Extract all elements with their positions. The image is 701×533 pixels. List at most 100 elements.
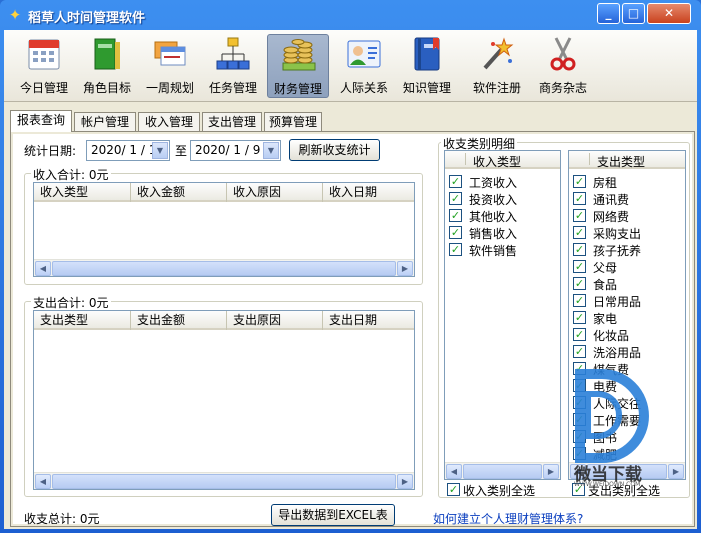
checkbox-checked[interactable]: ✓ [573,243,586,256]
income-list-scrollbar[interactable]: ◀ ▶ [445,462,560,479]
start-date-picker[interactable]: 2020/ 1 / 1 ▼ [86,140,170,161]
checkbox-checked[interactable]: ✓ [573,396,586,409]
income-table[interactable]: 收入类型 收入金额 收入原因 收入日期 ◀ ▶ [33,182,415,277]
cards-icon [154,41,186,66]
tool-finance[interactable]: 财务管理 [267,34,329,98]
to-label: 至 [175,144,188,158]
checkbox-checked[interactable]: ✓ [449,243,462,256]
scroll-thumb[interactable] [463,464,542,479]
app-window: ✦ 稻草人时间管理软件 _ □ ✕ 今日管理 角色目标 一周规划 任务管理 财务… [0,0,701,533]
checkbox-checked[interactable]: ✓ [573,328,586,341]
scissors-icon [550,37,576,71]
minimize-button[interactable]: _ [597,3,620,24]
checkbox-checked[interactable]: ✓ [573,294,586,307]
tool-role-goals[interactable]: 角色目标 [76,34,138,98]
tool-today[interactable]: 今日管理 [13,34,75,98]
checkbox-checked[interactable]: ✓ [573,311,586,324]
checkbox-checked[interactable]: ✓ [447,483,460,496]
books-icon [94,38,120,70]
column-header[interactable]: 收入类型 [34,183,131,202]
tab-income[interactable]: 收入管理 [138,112,200,132]
checkbox-checked[interactable]: ✓ [449,175,462,188]
checkbox-checked[interactable]: ✓ [449,192,462,205]
column-header[interactable]: 收入金额 [131,183,227,202]
scroll-thumb[interactable] [52,474,396,489]
scroll-left-icon[interactable]: ◀ [446,464,462,479]
checkbox-checked[interactable]: ✓ [573,430,586,443]
checkbox-checked[interactable]: ✓ [573,277,586,290]
tab-expense[interactable]: 支出管理 [202,112,262,132]
tab-budget[interactable]: 预算管理 [264,112,322,132]
calendar-icon [28,39,60,70]
checkbox-checked[interactable]: ✓ [573,226,586,239]
scroll-thumb[interactable] [52,261,396,276]
tool-week-plan[interactable]: 一周规划 [139,34,201,98]
tab-panel: 统计日期: 2020/ 1 / 1 ▼ 至 2020/ 1 / 9 ▼ 刷新收支… [10,131,695,527]
tool-task[interactable]: 任务管理 [202,34,264,98]
maximize-button[interactable]: □ [622,3,645,24]
client-area: 今日管理 角色目标 一周规划 任务管理 财务管理 人际关系 知识管理 软件注册 … [4,30,697,529]
window-title: 稻草人时间管理软件 [28,11,146,26]
tab-report-query[interactable]: 报表查询 [10,110,72,132]
expense-total-label: 支出合计: 0元 [31,294,111,311]
tool-magazine[interactable]: 商务杂志 [532,34,594,98]
report-panel: 统计日期: 2020/ 1 / 1 ▼ 至 2020/ 1 / 9 ▼ 刷新收支… [13,134,692,527]
scroll-right-icon[interactable]: ▶ [397,261,413,276]
export-excel-button[interactable]: 导出数据到EXCEL表 [271,504,395,526]
magic-wand-icon [483,37,514,70]
scroll-right-icon[interactable]: ▶ [397,474,413,489]
income-horizontal-scrollbar[interactable]: ◀ ▶ [34,259,414,276]
tab-account[interactable]: 帐户管理 [74,112,136,132]
expense-table[interactable]: 支出类型 支出金额 支出原因 支出日期 ◀ ▶ [33,310,415,490]
end-date-picker[interactable]: 2020/ 1 / 9 ▼ [190,140,281,161]
column-header[interactable]: 支出原因 [227,311,323,330]
scarecrow-app-icon: ✦ [8,6,22,24]
column-header[interactable]: 支出类型 [34,311,131,330]
title-bar[interactable]: ✦ 稻草人时间管理软件 _ □ ✕ [0,0,701,30]
contact-card-icon [347,40,381,68]
checkbox-checked[interactable]: ✓ [573,260,586,273]
expense-horizontal-scrollbar[interactable]: ◀ ▶ [34,472,414,489]
income-total-label: 收入合计: 0元 [31,166,111,183]
checkbox-checked[interactable]: ✓ [573,413,586,426]
finance-system-help-link[interactable]: 如何建立个人理财管理体系? [433,510,583,527]
checkbox-checked[interactable]: ✓ [573,447,586,460]
scroll-thumb[interactable] [587,464,667,479]
grand-total-label: 收支总计: 0元 [24,512,100,526]
close-button[interactable]: ✕ [647,3,691,24]
checkbox-checked[interactable]: ✓ [449,209,462,222]
scroll-right-icon[interactable]: ▶ [668,464,684,479]
checkbox-checked[interactable]: ✓ [573,209,586,222]
chevron-down-icon[interactable]: ▼ [152,142,168,159]
tool-register[interactable]: 软件注册 [466,34,528,98]
scroll-left-icon[interactable]: ◀ [35,474,51,489]
checkbox-checked[interactable]: ✓ [573,192,586,205]
income-table-header: 收入类型 收入金额 收入原因 收入日期 [34,183,414,202]
hierarchy-icon [216,37,250,70]
scroll-left-icon[interactable]: ◀ [570,464,586,479]
expense-table-header: 支出类型 支出金额 支出原因 支出日期 [34,311,414,330]
column-header[interactable]: 支出日期 [323,311,414,330]
expense-list-scrollbar[interactable]: ◀ ▶ [569,462,685,479]
expense-type-list[interactable]: 支出类型 ✓ 房租 ✓ 通讯费 ✓ 网络费 ✓ 采购支出 ✓ 孩子抚养 ✓ 父母 ✓ 食品 ✓ 日常用品 ✓ 家电… [568,150,686,480]
checkbox-checked[interactable]: ✓ [572,483,585,496]
book-icon [414,37,440,71]
date-label: 统计日期: [24,144,77,158]
scroll-right-icon[interactable]: ▶ [543,464,559,479]
checkbox-checked[interactable]: ✓ [573,175,586,188]
income-type-list[interactable]: 收入类型 ✓ 工资收入 ✓ 投资收入 ✓ 其他收入 ✓ 销售收入 ✓ 软件销售 ◀ ▶ [444,150,561,480]
column-header[interactable]: 支出金额 [131,311,227,330]
column-header[interactable]: 收入日期 [323,183,414,202]
chevron-down-icon[interactable]: ▼ [263,142,279,159]
coins-icon [282,39,316,71]
income-group: 收入合计: 0元 收入类型 收入金额 收入原因 收入日期 ◀ ▶ [24,166,423,285]
checkbox-checked[interactable]: ✓ [573,379,586,392]
checkbox-checked[interactable]: ✓ [449,226,462,239]
scroll-left-icon[interactable]: ◀ [35,261,51,276]
tool-relations[interactable]: 人际关系 [333,34,395,98]
checkbox-checked[interactable]: ✓ [573,362,586,375]
checkbox-checked[interactable]: ✓ [573,345,586,358]
refresh-stats-button[interactable]: 刷新收支统计 [289,139,380,161]
column-header[interactable]: 收入原因 [227,183,323,202]
tool-knowledge[interactable]: 知识管理 [396,34,458,98]
